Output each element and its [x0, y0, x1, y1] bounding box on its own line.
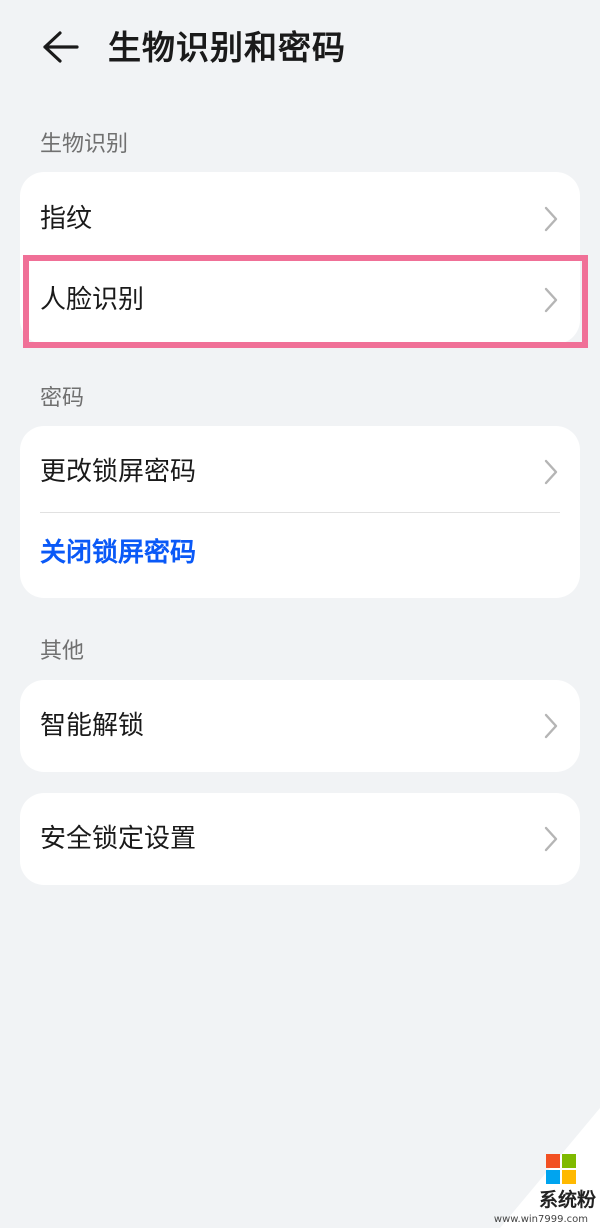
top-app-bar: 生物识别和密码 — [0, 0, 600, 96]
list-item-label: 人脸识别 — [40, 285, 145, 315]
chevron-right-icon — [544, 206, 558, 232]
back-button[interactable] — [34, 24, 86, 70]
list-item-security-lock-settings[interactable]: 安全锁定设置 — [20, 799, 580, 879]
section-label-other: 其他 — [40, 639, 85, 664]
turn-off-lock-password-link[interactable]: 关闭锁屏密码 — [20, 513, 580, 593]
list-item-smart-unlock[interactable]: 智能解锁 — [20, 686, 580, 766]
list-item-label: 智能解锁 — [40, 711, 145, 741]
security-lock-card: 安全锁定设置 — [20, 793, 580, 885]
chevron-right-icon — [544, 826, 558, 852]
list-item-fingerprint[interactable]: 指纹 — [20, 179, 580, 259]
other-card: 智能解锁 — [20, 680, 580, 772]
list-item-label: 指纹 — [40, 204, 93, 234]
watermark-name: 系统粉 — [538, 1189, 596, 1211]
watermark: 系统粉 www.win7999.com — [490, 1100, 600, 1228]
chevron-right-icon — [544, 459, 558, 485]
section-label-password: 密码 — [40, 386, 85, 411]
password-card: 更改锁屏密码 关闭锁屏密码 — [20, 426, 580, 598]
chevron-right-icon — [544, 287, 558, 313]
watermark-url: www.win7999.com — [493, 1214, 588, 1225]
page-title: 生物识别和密码 — [108, 28, 346, 67]
windows-logo-icon — [546, 1154, 576, 1184]
list-item-change-lock-password[interactable]: 更改锁屏密码 — [20, 432, 580, 512]
list-item-label: 安全锁定设置 — [40, 824, 197, 854]
chevron-right-icon — [544, 713, 558, 739]
section-label-biometrics: 生物识别 — [40, 132, 129, 157]
arrow-left-icon — [43, 31, 79, 63]
biometrics-card: 指纹 人脸识别 — [20, 172, 580, 344]
list-item-label: 更改锁屏密码 — [40, 457, 197, 487]
list-item-face-recognition[interactable]: 人脸识别 — [20, 260, 580, 340]
list-item-label: 关闭锁屏密码 — [40, 538, 197, 568]
